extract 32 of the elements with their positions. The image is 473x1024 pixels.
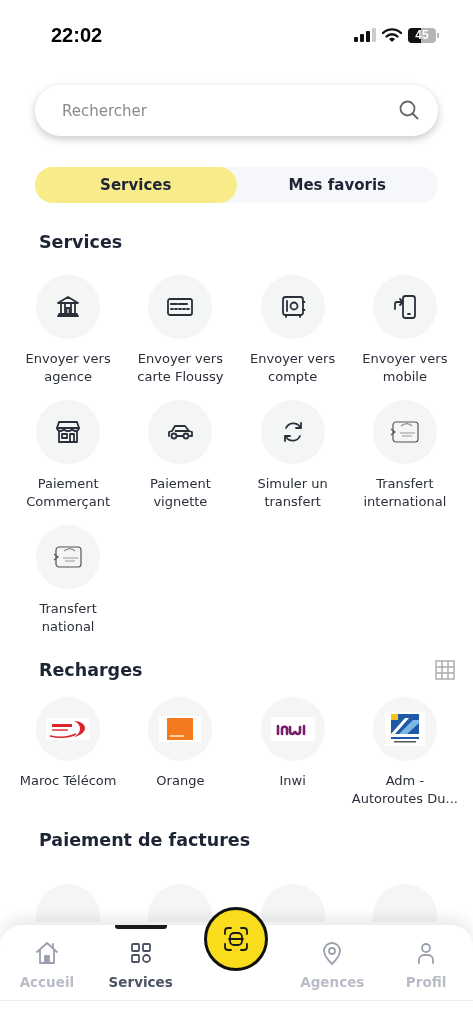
tab[interactable]: Mes favoris (236, 167, 438, 203)
section-title: Paiement de factures (39, 830, 251, 850)
active-indicator (114, 925, 167, 929)
wave-logo (270, 717, 315, 741)
transfer-icon (388, 418, 421, 446)
transfer-icon (52, 543, 85, 571)
service-label: Envoyer vers agence (24, 350, 112, 386)
status-time: 22:02 (51, 23, 103, 47)
signal-icon (354, 28, 376, 42)
wifi-icon (382, 27, 402, 43)
section-title: Recharges (39, 660, 143, 680)
scan-icon (222, 925, 250, 953)
road-logo (384, 712, 425, 746)
operator-label: Orange (156, 772, 205, 790)
swoosh-logo (46, 718, 91, 740)
service-label: Envoyer vers mobile (361, 350, 449, 386)
service-label: Transfert international (362, 475, 448, 511)
operator-label: Adm - Autoroutes Du... (350, 772, 459, 808)
nav-tab[interactable]: Services (93, 939, 188, 990)
service-label: Paiement Commerçant (25, 475, 112, 511)
operator-label: Maroc Télécom (19, 772, 117, 790)
section-title: Services (39, 232, 123, 252)
service-label: Simuler un transfert (256, 475, 329, 511)
search-field[interactable]: Rechercher (35, 85, 438, 136)
search-icon (398, 99, 420, 121)
tab[interactable]: Services (35, 167, 237, 203)
service-label: Envoyer vers compte (249, 350, 337, 386)
operator-label: Inwi (279, 772, 306, 790)
square-logo (159, 716, 202, 742)
service-label: Transfert national (38, 600, 98, 636)
service-label: Paiement vignette (148, 475, 212, 511)
service-label: Envoyer vers carte Floussy (136, 350, 225, 386)
